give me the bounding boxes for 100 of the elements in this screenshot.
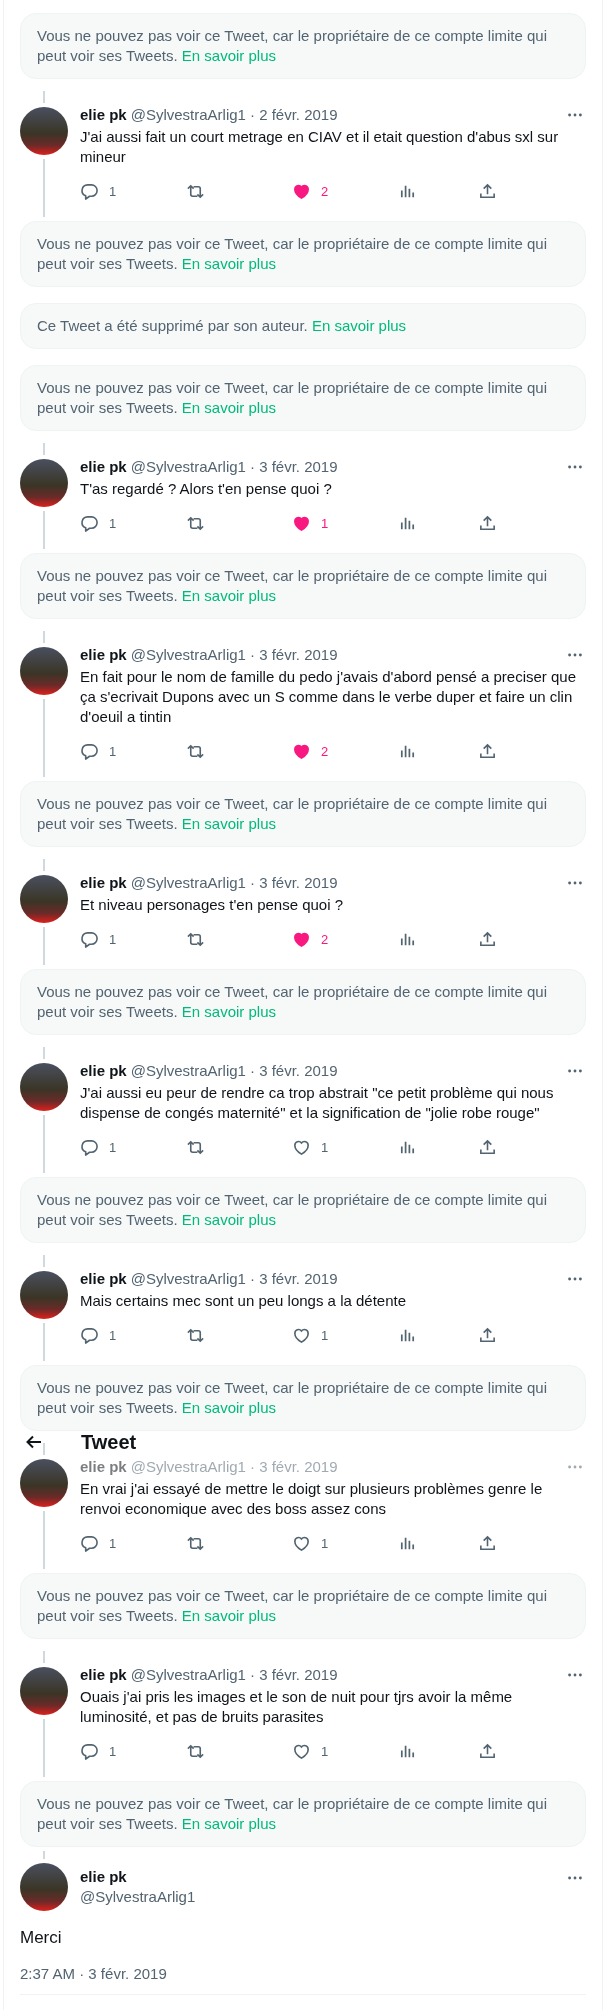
avatar[interactable]	[20, 107, 68, 155]
notice-text: Vous ne pouvez pas voir ce Tweet, car le propriétaire de ce compte limite qui peut voir ses Tweets. En savoir plus	[37, 1586, 548, 1626]
thread-line	[43, 1255, 45, 1267]
avatar[interactable]	[20, 1459, 68, 1507]
author-handle[interactable]: @SylvestraArlig1	[130, 1269, 246, 1289]
more-icon[interactable]	[566, 1875, 584, 1881]
author-handle[interactable]: @SylvestraArlig1	[130, 645, 246, 665]
reply-icon[interactable]	[80, 1325, 99, 1345]
author-name[interactable]: elie pk	[80, 457, 127, 477]
share-icon[interactable]	[478, 513, 497, 533]
tweet-text: T'as regardé ? Alors t'en pense quoi ?	[80, 479, 333, 499]
avatar[interactable]	[20, 1271, 68, 1319]
tweet-date[interactable]: · 3 févr. 2019	[249, 457, 338, 477]
share-icon[interactable]	[478, 1137, 497, 1157]
thread-line	[43, 1511, 45, 1569]
avatar[interactable]	[20, 1063, 68, 1111]
notice-text: Ce Tweet a été supprimé par son auteur. En savoir plus	[37, 316, 408, 336]
author-handle[interactable]: @SylvestraArlig1	[130, 873, 246, 893]
author-handle[interactable]: @SylvestraArlig1	[130, 457, 246, 477]
tweet-text: En fait pour le nom de famille du pedo j'avais d'abord pensé a preciser que ça s'ecrivait Dupons avec un S comme dans le verbe duper et faire un clin d'oeuil a tintin	[80, 667, 578, 727]
reply-count: 1	[109, 743, 117, 759]
thread-line	[43, 159, 45, 217]
more-icon[interactable]	[566, 1276, 584, 1282]
reply-icon[interactable]	[80, 181, 99, 201]
thread-line	[43, 1047, 45, 1059]
avatar[interactable]	[20, 647, 68, 695]
author-name[interactable]: elie pk	[80, 1867, 196, 1887]
tweet-timestamp[interactable]: 2:37 AM · 3 févr. 2019	[20, 1965, 586, 1982]
reply-count: 1	[109, 931, 117, 947]
reply-count: 1	[109, 1743, 117, 1759]
like-count: 1	[321, 515, 329, 531]
share-icon[interactable]	[478, 741, 497, 761]
avatar[interactable]	[20, 459, 68, 507]
share-icon[interactable]	[478, 1325, 497, 1345]
author-handle[interactable]: @SylvestraArlig1	[130, 105, 246, 125]
thread-line	[43, 1443, 45, 1455]
reply-icon[interactable]	[80, 1741, 99, 1761]
tweet-date[interactable]: · 3 févr. 2019	[249, 645, 338, 665]
author-name[interactable]: elie pk	[80, 645, 127, 665]
like-count: 1	[321, 1327, 329, 1343]
avatar[interactable]	[20, 1667, 68, 1715]
tweet-date[interactable]: · 3 févr. 2019	[249, 873, 338, 893]
tweet-text: En vrai j'ai essayé de mettre le doigt sur plusieurs problèmes genre le renvoi economique avec des boss assez cons	[80, 1479, 544, 1519]
like-count: 1	[321, 1743, 329, 1759]
author-handle[interactable]: @SylvestraArlig1	[130, 1665, 246, 1685]
share-icon[interactable]	[478, 929, 497, 949]
more-icon[interactable]	[566, 1068, 584, 1074]
author-handle[interactable]: @SylvestraArlig1	[80, 1887, 196, 1907]
reply-icon[interactable]	[80, 1533, 99, 1553]
more-icon[interactable]	[566, 652, 584, 658]
thread-line	[43, 91, 45, 103]
thread-line	[43, 511, 45, 549]
tweet-text: Merci	[20, 1927, 63, 1949]
more-icon[interactable]	[566, 880, 584, 886]
header-title: Tweet	[81, 1430, 137, 1454]
author-handle[interactable]: @SylvestraArlig1	[130, 1061, 246, 1081]
notice-text: Vous ne pouvez pas voir ce Tweet, car le propriétaire de ce compte limite qui peut voir ses Tweets. En savoir plus	[37, 26, 548, 66]
tweet-text: Ouais j'ai pris les images et le son de nuit pour tjrs avoir la même luminosité, et pas de bruits parasites	[80, 1687, 514, 1727]
author-name[interactable]: elie pk	[80, 1457, 127, 1477]
share-icon[interactable]	[478, 181, 497, 201]
more-icon[interactable]	[566, 1672, 584, 1678]
reply-icon[interactable]	[80, 513, 99, 533]
reply-icon[interactable]	[80, 929, 99, 949]
author-name[interactable]: elie pk	[80, 1061, 127, 1081]
reply-count: 1	[109, 183, 117, 199]
thread-line	[43, 631, 45, 643]
tweet-text: Et niveau personages t'en pense quoi ?	[80, 895, 345, 915]
author-name[interactable]: elie pk	[80, 1665, 127, 1685]
more-icon[interactable]	[566, 112, 584, 118]
reply-count: 1	[109, 1535, 117, 1551]
notice-text: Vous ne pouvez pas voir ce Tweet, car le propriétaire de ce compte limite qui peut voir ses Tweets. En savoir plus	[37, 982, 548, 1022]
reply-count: 1	[109, 1327, 117, 1343]
like-count: 2	[321, 931, 329, 947]
author-name[interactable]: elie pk	[80, 873, 127, 893]
notice-text: Vous ne pouvez pas voir ce Tweet, car le propriétaire de ce compte limite qui peut voir ses Tweets. En savoir plus	[37, 1794, 548, 1834]
tweet-date[interactable]: · 3 févr. 2019	[249, 1665, 338, 1685]
reply-count: 1	[109, 1139, 117, 1155]
avatar[interactable]	[20, 875, 68, 923]
tweet-date[interactable]: · 2 févr. 2019	[249, 105, 338, 125]
like-count: 1	[321, 1535, 329, 1551]
tweet-text: Mais certains mec sont un peu longs a la détente	[80, 1291, 408, 1311]
tweet-date[interactable]: · 3 févr. 2019	[249, 1061, 338, 1081]
share-icon[interactable]	[478, 1741, 497, 1761]
author-name[interactable]: elie pk	[80, 1269, 127, 1289]
author-name[interactable]: elie pk	[80, 105, 127, 125]
reply-count: 1	[109, 515, 117, 531]
thread-line	[43, 1323, 45, 1361]
share-icon[interactable]	[478, 1533, 497, 1553]
notice-text: Vous ne pouvez pas voir ce Tweet, car le propriétaire de ce compte limite qui peut voir ses Tweets. En savoir plus	[37, 794, 548, 834]
reply-icon[interactable]	[80, 1137, 99, 1157]
like-count: 2	[321, 183, 329, 199]
reply-icon[interactable]	[80, 741, 99, 761]
thread-line	[43, 927, 45, 965]
like-count: 2	[321, 743, 329, 759]
tweet-text: J'ai aussi eu peur de rendre ca trop abstrait "ce petit problème qui nous dispense de congés maternité" et la signification de "jolie robe rouge"	[80, 1083, 555, 1123]
tweet-date[interactable]: · 3 févr. 2019	[249, 1269, 338, 1289]
notice-text: Vous ne pouvez pas voir ce Tweet, car le propriétaire de ce compte limite qui peut voir ses Tweets. En savoir plus	[37, 378, 548, 418]
avatar[interactable]	[20, 1863, 68, 1911]
more-icon[interactable]	[566, 464, 584, 470]
thread-line	[43, 1719, 45, 1777]
